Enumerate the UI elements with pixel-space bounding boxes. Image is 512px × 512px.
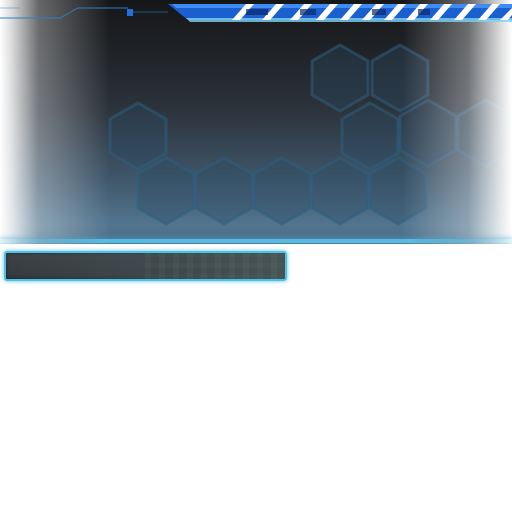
- hex-cell: [108, 101, 168, 171]
- hex-cell: [194, 156, 254, 226]
- panel-bottom-glow-line: [0, 239, 512, 243]
- hex-cell: [310, 43, 370, 113]
- hex-cell: [252, 156, 312, 226]
- ui-texture-atlas: [0, 0, 512, 512]
- hex-cell: [310, 156, 370, 226]
- progress-bar: [4, 251, 287, 281]
- progress-bar-texture: [145, 253, 285, 279]
- top-header-stripe: [0, 4, 512, 22]
- hex-cell: [136, 156, 196, 226]
- right-edge-fade: [402, 0, 512, 244]
- hex-cell: [340, 101, 400, 171]
- hud-frame-panel: [0, 0, 512, 244]
- left-edge-fade: [0, 0, 110, 244]
